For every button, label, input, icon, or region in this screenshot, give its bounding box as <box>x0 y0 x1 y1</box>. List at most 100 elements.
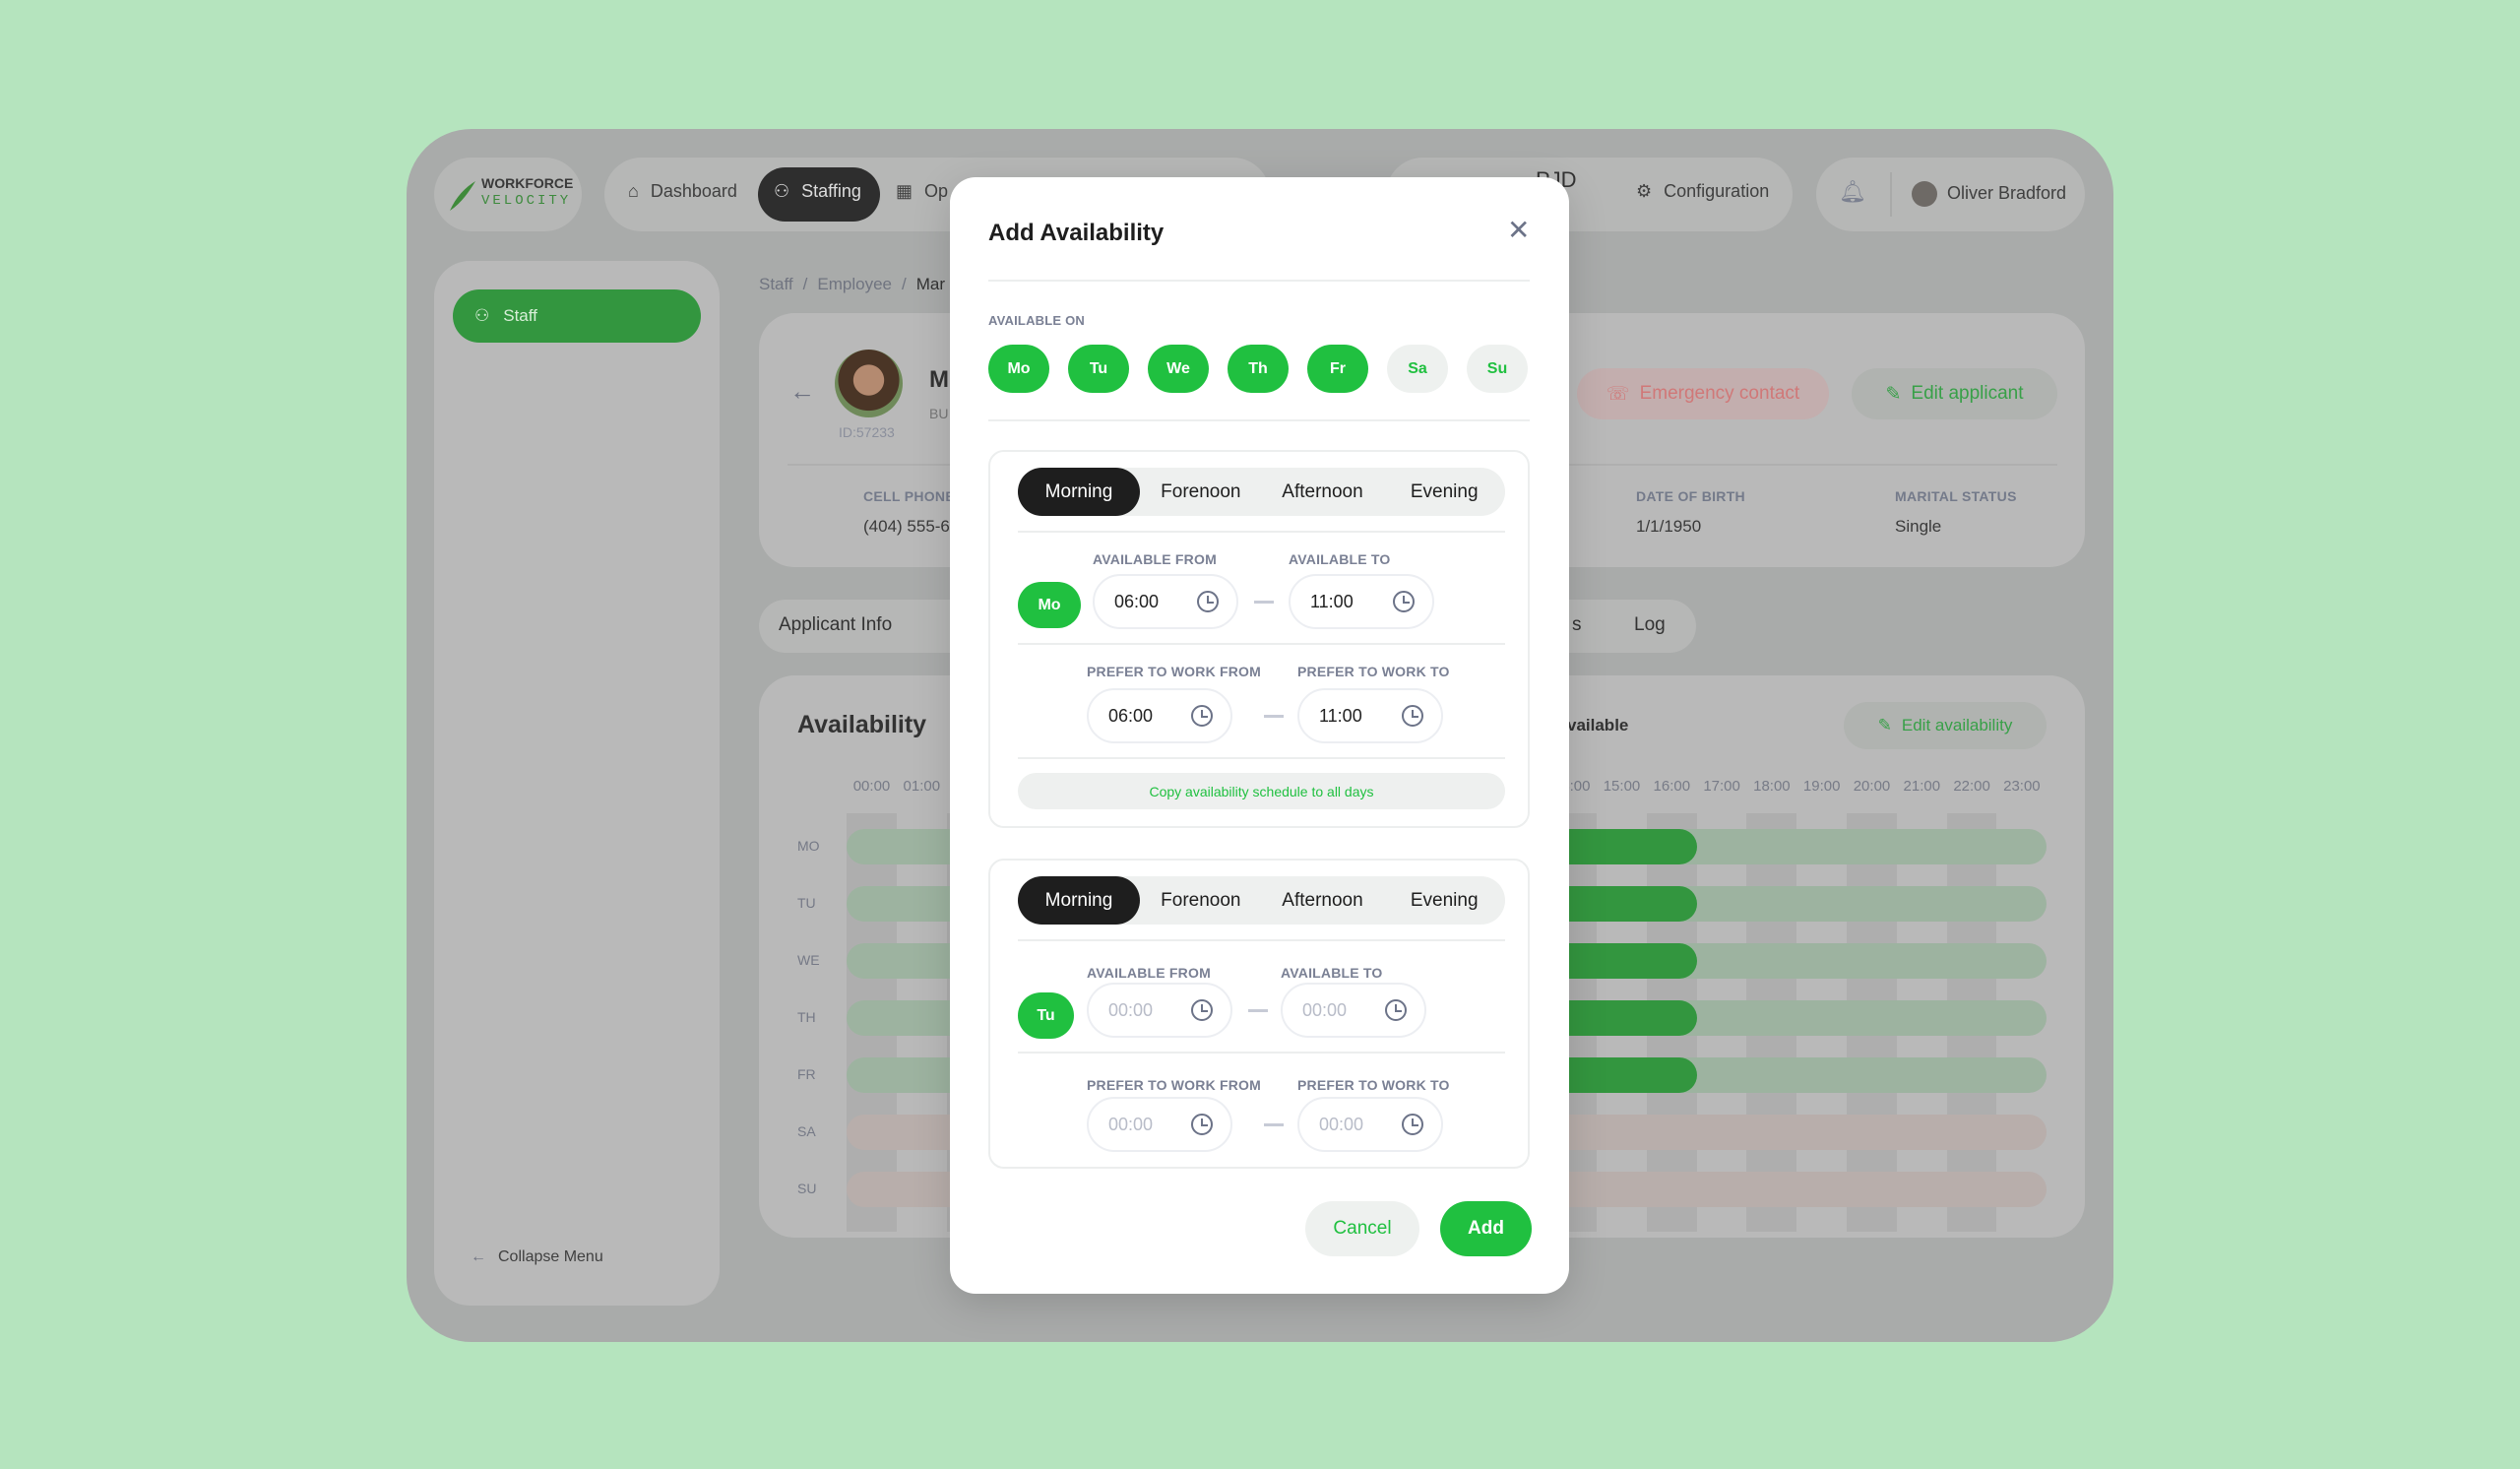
add-availability-modal: Add Availability ✕ AVAILABLE ON Mo Tu We Th… <box>950 177 1569 1294</box>
logo[interactable]: WORKFORCE VELOCITY <box>434 158 582 231</box>
day-label: MO <box>797 838 820 854</box>
nav-dashboard[interactable]: ⌂ Dashboard <box>628 181 737 202</box>
range-dash <box>1254 601 1274 604</box>
close-icon[interactable]: ✕ <box>1507 217 1530 244</box>
segment-morning[interactable]: Morning <box>1018 876 1140 925</box>
users-icon: ⚇ <box>774 181 790 201</box>
prefer-from-input[interactable]: 06:00 <box>1087 688 1232 743</box>
day-label: SU <box>797 1181 817 1196</box>
tab-applicant-info[interactable]: Applicant Info <box>779 614 892 636</box>
emergency-contact-button[interactable]: ☏ Emergency contact <box>1577 368 1829 419</box>
day-toggle-th[interactable]: Th <box>1228 345 1289 393</box>
tab-log[interactable]: Log <box>1634 614 1666 636</box>
availability-block-mo: Morning Forenoon Afternoon Evening AVAILABL… <box>988 450 1530 828</box>
nav-operations[interactable]: ▦ Op <box>896 181 948 202</box>
breadcrumb-employee[interactable]: Employee <box>817 275 892 294</box>
employee-avatar <box>835 350 903 417</box>
available-from-input[interactable]: 06:00 <box>1093 574 1238 629</box>
day-label: SA <box>797 1123 816 1139</box>
segment-evening[interactable]: Evening <box>1383 468 1505 516</box>
range-dash <box>1264 1123 1284 1126</box>
clock-icon[interactable] <box>1402 1114 1423 1135</box>
edit-availability-button[interactable]: ✎ Edit availability <box>1844 702 2047 749</box>
cancel-button[interactable]: Cancel <box>1305 1201 1419 1256</box>
day-toggle-fr[interactable]: Fr <box>1307 345 1368 393</box>
hour-label: 20:00 <box>1853 778 1891 795</box>
prefer-to-input[interactable]: 00:00 <box>1297 1097 1443 1152</box>
clock-icon[interactable] <box>1191 705 1213 727</box>
day-badge: Mo <box>1018 582 1081 628</box>
contact-icon: ☏ <box>1606 383 1630 405</box>
hour-label: 15:00 <box>1603 778 1641 795</box>
hour-label: 18:00 <box>1753 778 1791 795</box>
add-button[interactable]: Add <box>1440 1201 1532 1256</box>
users-icon: ⚇ <box>474 306 490 325</box>
arrow-left-icon: ← <box>471 1248 486 1265</box>
available-from-input[interactable]: 00:00 <box>1087 983 1232 1038</box>
divider <box>1018 643 1505 645</box>
day-label: TH <box>797 1009 816 1025</box>
nav-configuration[interactable]: ⚙ Configuration <box>1636 181 1769 202</box>
available-to-input[interactable]: 00:00 <box>1281 983 1426 1038</box>
divider <box>1018 939 1505 941</box>
prefer-from-input[interactable]: 00:00 <box>1087 1097 1232 1152</box>
segment-forenoon[interactable]: Forenoon <box>1140 876 1262 925</box>
pencil-icon: ✎ <box>1885 383 1902 405</box>
sidebar <box>434 261 720 1306</box>
clock-icon[interactable] <box>1402 705 1423 727</box>
clock-icon[interactable] <box>1393 591 1415 612</box>
user-name[interactable]: Oliver Bradford <box>1947 183 2066 204</box>
segment-evening[interactable]: Evening <box>1383 876 1505 925</box>
hour-label: 00:00 <box>852 778 891 795</box>
day-toggle-su[interactable]: Su <box>1467 345 1528 393</box>
breadcrumb: Staff / Employee / Mar <box>759 275 946 294</box>
segment-afternoon[interactable]: Afternoon <box>1262 876 1384 925</box>
time-of-day-segment: Morning Forenoon Afternoon Evening <box>1018 468 1505 516</box>
hour-label: 17:00 <box>1703 778 1740 795</box>
bell-icon[interactable]: 🔔︎ <box>1839 179 1866 205</box>
copy-schedule-button[interactable]: Copy availability schedule to all days <box>1018 773 1505 809</box>
available-to-input[interactable]: 11:00 <box>1289 574 1434 629</box>
time-of-day-segment: Morning Forenoon Afternoon Evening <box>1018 876 1505 925</box>
day-toggle-sa[interactable]: Sa <box>1387 345 1448 393</box>
day-toggle-tu[interactable]: Tu <box>1068 345 1129 393</box>
hour-label: 16:00 <box>1653 778 1691 795</box>
clock-icon[interactable] <box>1191 999 1213 1021</box>
gear-icon: ⚙ <box>1636 181 1653 201</box>
hour-label: 23:00 <box>2003 778 2041 795</box>
logo-leaf-icon <box>450 181 475 211</box>
range-dash <box>1248 1009 1268 1012</box>
user-avatar[interactable] <box>1912 181 1937 207</box>
segment-afternoon[interactable]: Afternoon <box>1262 468 1384 516</box>
prefer-to-input[interactable]: 11:00 <box>1297 688 1443 743</box>
segment-morning[interactable]: Morning <box>1018 468 1140 516</box>
segment-forenoon[interactable]: Forenoon <box>1140 468 1262 516</box>
breadcrumb-current: Mar <box>915 275 946 293</box>
clock-icon[interactable] <box>1197 591 1219 612</box>
day-label: TU <box>797 895 816 911</box>
day-label: WE <box>797 952 820 968</box>
legend-available: vailable <box>1567 716 1629 734</box>
range-dash <box>1264 715 1284 718</box>
divider <box>1018 757 1505 759</box>
clock-icon[interactable] <box>1191 1114 1213 1135</box>
tab-partial[interactable]: s <box>1572 614 1582 636</box>
day-toggle-we[interactable]: We <box>1148 345 1209 393</box>
back-arrow-icon[interactable]: ← <box>789 376 815 407</box>
divider <box>988 419 1530 421</box>
hour-label: 21:00 <box>1903 778 1941 795</box>
edit-applicant-button[interactable]: ✎ Edit applicant <box>1852 368 2057 419</box>
day-selector: Mo Tu We Th Fr Sa Su <box>988 345 1528 393</box>
availability-block-tu: Morning Forenoon Afternoon Evening AVAILABL… <box>988 859 1530 1169</box>
nav-staffing-label[interactable]: ⚇ Staffing <box>774 181 861 202</box>
home-icon: ⌂ <box>628 181 639 201</box>
divider <box>1018 1052 1505 1054</box>
day-label: FR <box>797 1066 816 1082</box>
calendar-icon: ▦ <box>896 181 914 201</box>
day-toggle-mo[interactable]: Mo <box>988 345 1049 393</box>
day-badge: Tu <box>1018 992 1074 1039</box>
clock-icon[interactable] <box>1385 999 1407 1021</box>
collapse-menu-button[interactable]: ← Collapse Menu <box>471 1248 603 1266</box>
breadcrumb-staff[interactable]: Staff <box>759 275 793 294</box>
sidebar-item-staff[interactable]: ⚇ Staff <box>453 289 701 343</box>
